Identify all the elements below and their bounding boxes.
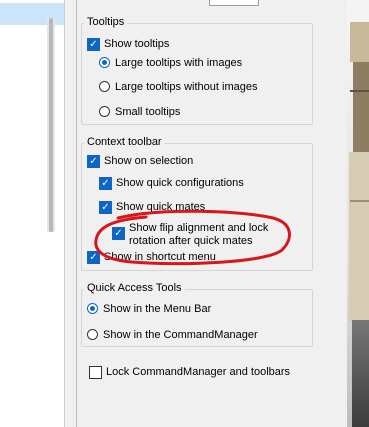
show-on-selection-checkbox[interactable]: ✓ Show on selection [87, 154, 193, 168]
model-part-middle [353, 62, 369, 152]
radio-label: Large tooltips with images [115, 57, 243, 69]
lock-commandmanager-label: Lock CommandManager and toolbars [106, 366, 291, 378]
radio-show-in-menu-bar[interactable]: Show in the Menu Bar [87, 302, 211, 316]
lock-commandmanager-checkbox[interactable]: Lock CommandManager and toolbars [89, 365, 290, 379]
checkmark-icon: ✓ [99, 177, 112, 190]
show-on-selection-label: Show on selection [104, 155, 194, 167]
show-tooltips-checkbox[interactable]: ✓ Show tooltips [87, 37, 169, 51]
model-part-top [350, 22, 369, 62]
context-toolbar-group-title: Context toolbar [84, 136, 165, 149]
radio-label: Large tooltips without images [115, 81, 258, 93]
tooltips-group-title: Tooltips [84, 16, 128, 29]
model-part-base [352, 320, 369, 427]
show-tooltips-label: Show tooltips [104, 38, 170, 50]
checkmark-icon: ✓ [87, 38, 100, 51]
red-annotation-circle [94, 210, 291, 266]
radio-show-in-commandmanager[interactable]: Show in the CommandManager [87, 328, 258, 342]
radio-label: Small tooltips [115, 106, 181, 118]
radio-unselected-icon [87, 329, 98, 340]
model-edge [350, 90, 369, 92]
top-input-field[interactable] [209, 0, 259, 6]
radio-selected-icon [99, 57, 110, 68]
left-category-list [0, 0, 65, 427]
radio-unselected-icon [99, 106, 110, 117]
show-quick-configurations-checkbox[interactable]: ✓ Show quick configurations [99, 176, 244, 190]
radio-label: Show in the Menu Bar [103, 303, 212, 315]
model-part-lower [349, 152, 369, 322]
radio-label: Show in the CommandManager [103, 329, 258, 341]
model-edge [350, 200, 369, 202]
radio-large-tooltips-with-images[interactable]: Large tooltips with images [99, 56, 242, 70]
scrollbar-thumb[interactable] [49, 18, 53, 232]
checkmark-icon: ✓ [87, 155, 100, 168]
show-quick-configurations-label: Show quick configurations [116, 177, 244, 189]
radio-small-tooltips[interactable]: Small tooltips [99, 105, 180, 119]
radio-large-tooltips-without-images[interactable]: Large tooltips without images [99, 80, 257, 94]
radio-unselected-icon [99, 81, 110, 92]
radio-selected-icon [87, 303, 98, 314]
checkbox-unchecked-icon [89, 366, 102, 379]
quick-access-tools-group-title: Quick Access Tools [84, 282, 185, 295]
